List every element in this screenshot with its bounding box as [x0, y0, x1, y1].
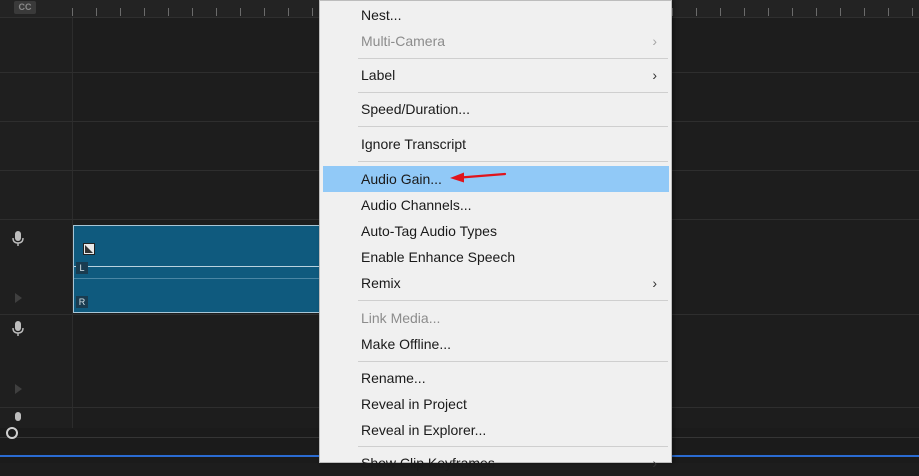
- menu-separator: [358, 300, 668, 301]
- menu-item-make-offline[interactable]: Make Offline...: [323, 331, 669, 357]
- left-channel-label: L: [76, 262, 88, 274]
- menu-item-remix[interactable]: Remix ›: [323, 270, 669, 296]
- menu-item-multi-camera[interactable]: Multi-Camera ›: [323, 28, 669, 54]
- expand-track-icon[interactable]: [15, 384, 22, 394]
- menu-separator: [358, 92, 668, 93]
- menu-item-label[interactable]: Label ›: [323, 62, 669, 88]
- menu-item-nest[interactable]: Nest...: [323, 2, 669, 28]
- menu-item-rename[interactable]: Rename...: [323, 365, 669, 391]
- menu-item-enable-enhance-speech[interactable]: Enable Enhance Speech: [323, 244, 669, 270]
- red-arrow-icon: [450, 172, 507, 183]
- clip-channel-divider-secondary: [74, 278, 319, 279]
- menu-separator: [358, 446, 668, 447]
- menu-item-auto-tag-audio-types[interactable]: Auto-Tag Audio Types: [323, 218, 669, 244]
- microphone-icon[interactable]: [12, 412, 24, 424]
- menu-separator: [358, 361, 668, 362]
- menu-item-audio-channels[interactable]: Audio Channels...: [323, 192, 669, 218]
- menu-separator: [358, 58, 668, 59]
- zoom-handle[interactable]: [6, 427, 18, 439]
- menu-item-reveal-in-explorer[interactable]: Reveal in Explorer...: [323, 417, 669, 443]
- context-menu: Nest... Multi-Camera › Label › Speed/Dur…: [319, 0, 672, 471]
- audio-clip[interactable]: L R: [73, 225, 320, 313]
- clip-channel-divider: [74, 266, 319, 267]
- fx-badge-icon: [83, 243, 95, 255]
- menu-separator: [358, 161, 668, 162]
- menu-item-ignore-transcript[interactable]: Ignore Transcript: [323, 131, 669, 157]
- microphone-icon[interactable]: [12, 321, 24, 337]
- microphone-icon[interactable]: [12, 231, 24, 247]
- menu-item-show-clip-keyframes[interactable]: Show Clip Keyframes ›: [323, 450, 669, 476]
- chevron-right-icon: ›: [652, 67, 657, 83]
- chevron-right-icon: ›: [652, 455, 657, 471]
- menu-separator: [358, 126, 668, 127]
- chevron-right-icon: ›: [652, 33, 657, 49]
- menu-item-reveal-in-project[interactable]: Reveal in Project: [323, 391, 669, 417]
- captions-badge[interactable]: CC: [14, 1, 36, 14]
- expand-track-icon[interactable]: [15, 293, 22, 303]
- right-channel-label: R: [76, 296, 88, 308]
- menu-item-speed-duration[interactable]: Speed/Duration...: [323, 96, 669, 122]
- chevron-right-icon: ›: [652, 275, 657, 291]
- menu-item-link-media[interactable]: Link Media...: [323, 305, 669, 331]
